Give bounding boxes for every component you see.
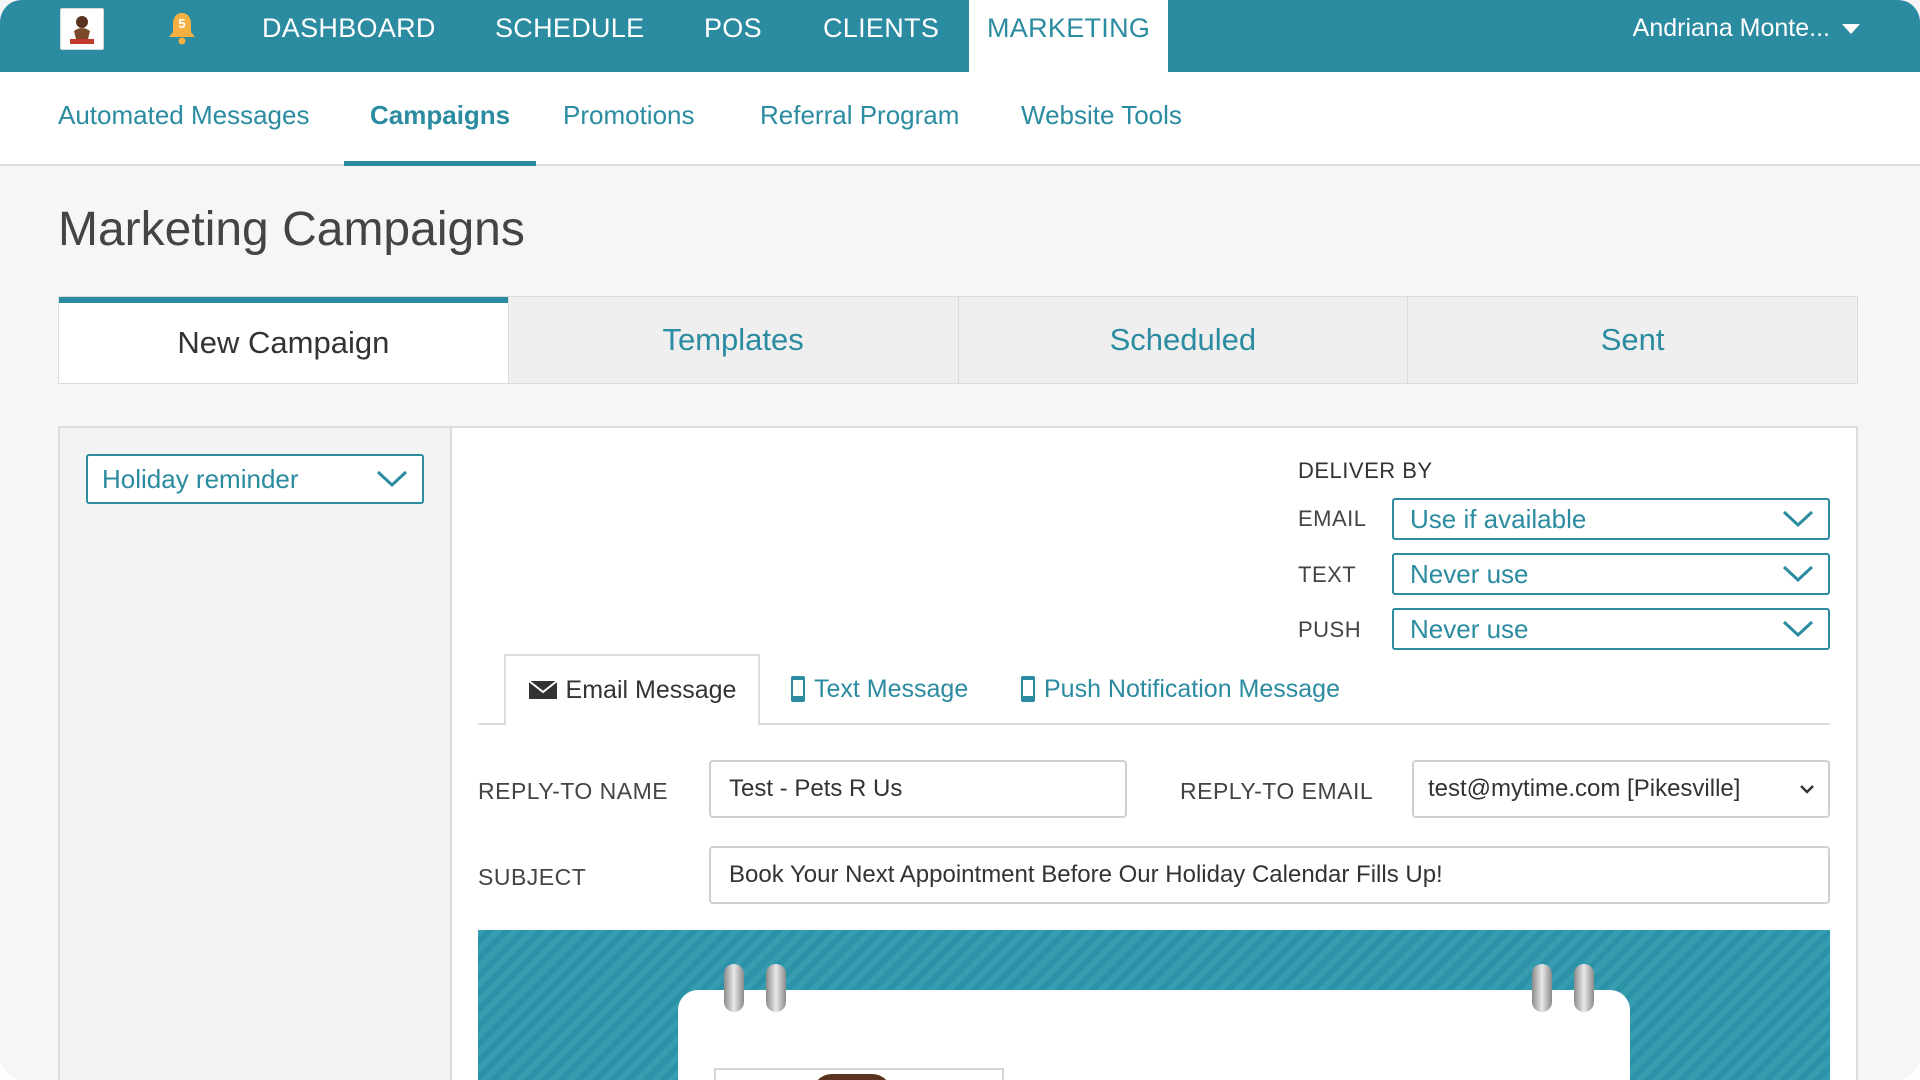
nav-marketing[interactable]: MARKETING [969,0,1169,72]
nav-schedule[interactable]: SCHEDULE [495,0,644,72]
subnav-campaigns[interactable]: Campaigns [344,72,537,166]
pet-photo [812,1074,892,1080]
campaign-tabs: New Campaign Templates Scheduled Sent [58,296,1858,384]
tab-scheduled[interactable]: Scheduled [957,297,1408,383]
tab-sent[interactable]: Sent [1407,297,1857,383]
mobile-phone-icon [1021,676,1035,702]
caret-down-icon [1842,24,1860,34]
text-delivery-value: Never use [1410,558,1529,589]
user-name: Andriana Monte... [1632,14,1830,42]
nav-pos[interactable]: POS [704,0,762,72]
push-delivery-select[interactable]: Never use [1392,608,1830,650]
email-delivery-label: EMAIL [1298,506,1367,531]
push-delivery-label: PUSH [1298,617,1362,642]
email-preview [478,930,1830,1080]
envelope-icon [527,680,558,699]
calendar-ring-icon [724,964,744,1012]
subnav-automated-messages[interactable]: Automated Messages [58,72,309,166]
reply-to-email-select[interactable]: test@mytime.com [Pikesville] [1412,760,1830,818]
email-delivery-select[interactable]: Use if available [1392,498,1830,540]
chevron-down-icon [1782,565,1814,583]
subnav-referral-program[interactable]: Referral Program [760,72,959,166]
tab-push-notification-message[interactable]: Push Notification Message [1020,654,1340,724]
top-navigation-bar: 5 DASHBOARD SCHEDULE POS CLIENTS MARKETI… [0,0,1920,72]
tab-text-message[interactable]: Text Message [790,654,968,724]
chevron-down-icon [1800,785,1814,794]
push-delivery-value: Never use [1410,613,1529,644]
text-message-label: Text Message [814,674,969,703]
subject-field[interactable]: Book Your Next Appointment Before Our Ho… [709,846,1830,904]
chevron-down-icon [1782,620,1814,638]
tab-new-campaign[interactable]: New Campaign [59,297,508,383]
email-delivery-value: Use if available [1410,503,1587,534]
nav-dashboard[interactable]: DASHBOARD [262,0,436,72]
template-select-value: Holiday reminder [102,463,299,494]
tab-email-message[interactable]: Email Message [504,654,760,726]
push-notification-message-label: Push Notification Message [1044,674,1340,703]
email-message-label: Email Message [565,675,737,704]
notification-count-badge: 5 [178,16,186,31]
user-menu[interactable]: Andriana Monte... [1633,0,1860,56]
deliver-by-heading: DELIVER BY [1298,458,1433,483]
notification-bell-icon[interactable]: 5 [166,10,198,46]
nav-clients[interactable]: CLIENTS [823,0,939,72]
reply-to-name-label: REPLY-TO NAME [478,778,669,804]
tab-templates[interactable]: Templates [507,297,958,383]
app-window: 5 DASHBOARD SCHEDULE POS CLIENTS MARKETI… [0,0,1920,1080]
calendar-ring-icon [1532,964,1552,1012]
reply-to-email-label: REPLY-TO EMAIL [1180,778,1374,804]
dog-logo-icon[interactable] [60,8,104,50]
calendar-graphic [678,990,1630,1080]
reply-to-name-field[interactable]: Test - Pets R Us [709,760,1127,818]
chevron-down-icon [376,470,408,488]
calendar-ring-icon [766,964,786,1012]
mobile-phone-icon [791,676,805,702]
campaign-sidebar [60,428,452,1080]
text-delivery-select[interactable]: Never use [1392,553,1830,595]
subnav-promotions[interactable]: Promotions [563,72,695,166]
chevron-down-icon [1782,510,1814,528]
template-select[interactable]: Holiday reminder [86,454,424,504]
text-delivery-label: TEXT [1298,562,1357,587]
photo-placeholder [714,1068,1004,1080]
subject-label: SUBJECT [478,864,587,890]
reply-to-email-value: test@mytime.com [Pikesville] [1428,775,1741,802]
subnav-website-tools[interactable]: Website Tools [1021,72,1182,166]
marketing-subnav: Automated Messages Campaigns Promotions … [0,72,1920,166]
calendar-ring-icon [1574,964,1594,1012]
page-title: Marketing Campaigns [58,203,525,256]
